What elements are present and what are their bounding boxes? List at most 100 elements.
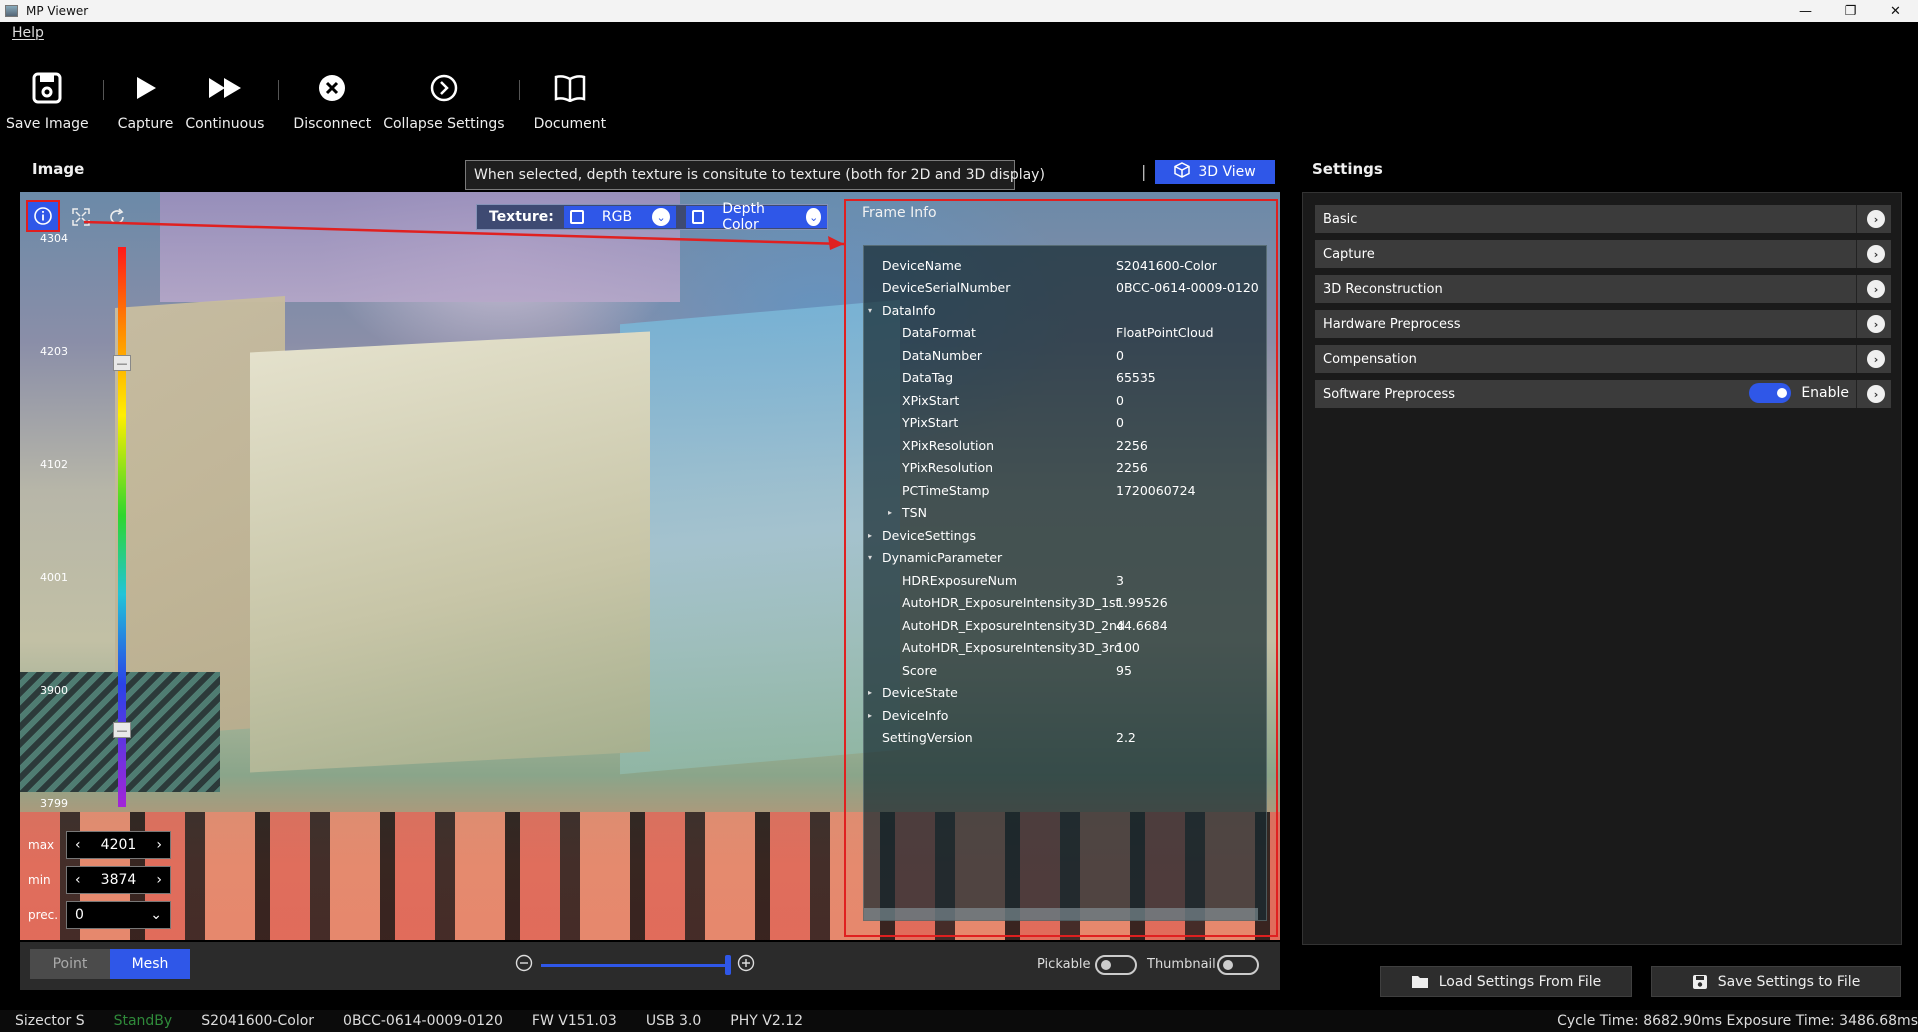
menu-help[interactable]: Help [12, 25, 44, 41]
zoom-slider[interactable] [541, 954, 731, 975]
max-spinbox[interactable]: ‹ 4201 › [66, 831, 171, 859]
min-spinbox[interactable]: ‹ 3874 › [66, 866, 171, 894]
capture-button[interactable]: Capture [112, 66, 180, 140]
settings-section-basic[interactable]: Basic › [1315, 205, 1891, 233]
status-device: S2041600-Color [201, 1013, 315, 1029]
expand-right-icon[interactable]: ▸ [868, 531, 872, 540]
thumbnail-label: Thumbnail [1147, 957, 1216, 972]
save-image-label: Save Image [6, 116, 89, 132]
expand-down-icon[interactable]: ▾ [868, 553, 872, 562]
frame-info-key: AutoHDR_ExposureIntensity3D_2nd [902, 617, 1125, 633]
load-settings-button[interactable]: Load Settings From File [1380, 966, 1632, 997]
frame-info-row[interactable]: ▾ DataInfo [864, 299, 1266, 321]
settings-section-software-preprocess[interactable]: Software Preprocess Enable › [1315, 380, 1891, 408]
frame-info-value: 2256 [1116, 437, 1148, 453]
chevron-right-circle-icon[interactable]: › [1867, 280, 1885, 298]
rgb-checkbox[interactable] [569, 210, 584, 224]
frame-info-row[interactable]: ▾ DynamicParameter [864, 547, 1266, 569]
frame-info-row[interactable]: ▸ DeviceState [864, 682, 1266, 704]
min-row: min ‹ 3874 › [28, 866, 171, 894]
toolbar-separator [102, 80, 104, 100]
frame-info-tree[interactable]: DeviceName S2041600-Color DeviceSerialNumb… [863, 245, 1267, 921]
continuous-button[interactable]: Continuous [179, 66, 270, 140]
menu-bar: Help [0, 22, 1918, 44]
status-timing: Cycle Time: 8682.90ms Exposure Time: 348… [1557, 1013, 1918, 1029]
chevron-right-circle-icon[interactable]: › [1867, 210, 1885, 228]
frame-info-key: DeviceSerialNumber [882, 280, 1011, 295]
zoom-out-icon[interactable] [515, 954, 533, 976]
texture-depth-color[interactable]: Depth Color ⌄ [686, 201, 827, 233]
reset-view-button[interactable] [102, 202, 132, 232]
chevron-right-circle-icon[interactable]: › [1867, 385, 1885, 403]
toolbar-separator [278, 80, 280, 100]
frame-info-row: DeviceSerialNumber 0BCC-0614-0009-0120 [864, 277, 1266, 299]
horizontal-scrollbar[interactable] [864, 908, 1258, 920]
divider [1856, 380, 1857, 408]
prec-label: prec. [28, 908, 59, 922]
zoom-slider-thumb[interactable] [725, 954, 731, 975]
frame-info-value: 1.99526 [1116, 595, 1168, 610]
frame-info-row[interactable]: ▸ DeviceInfo [864, 704, 1266, 726]
expand-down-icon[interactable]: ▾ [868, 306, 872, 315]
save-settings-button[interactable]: Save Settings to File [1651, 966, 1901, 997]
expand-right-icon[interactable]: ▸ [888, 508, 892, 517]
thumbnail-toggle[interactable] [1217, 955, 1259, 975]
chevron-right-circle-icon[interactable]: › [1867, 315, 1885, 333]
settings-title: Settings [1312, 160, 1383, 178]
colorbar-tick: 4102 [40, 458, 68, 471]
enable-toggle[interactable] [1749, 383, 1792, 403]
status-bar: Sizector S StandBy S2041600-Color 0BCC-0… [0, 1010, 1918, 1032]
frame-info-key: DeviceSettings [882, 527, 977, 543]
disconnect-button[interactable]: Disconnect [287, 66, 377, 140]
scene-box [250, 331, 650, 773]
max-row: max ‹ 4201 › [28, 831, 171, 859]
close-button[interactable]: ✕ [1873, 0, 1918, 22]
refresh-icon [110, 208, 124, 224]
chevron-right-icon[interactable]: › [156, 837, 162, 853]
frame-info-row: HDRExposureNum 3 [864, 569, 1266, 591]
frame-info-row: AutoHDR_ExposureIntensity3D_2nd 44.6684 [864, 614, 1266, 636]
window-title: MP Viewer [26, 4, 89, 18]
pickable-toggle[interactable] [1095, 955, 1137, 975]
settings-section-hardware-preprocess[interactable]: Hardware Preprocess › [1315, 310, 1891, 338]
maximize-button[interactable]: ❐ [1828, 0, 1873, 22]
section-label: Software Preprocess [1323, 386, 1456, 402]
min-label: min [28, 873, 51, 887]
info-button[interactable] [26, 200, 60, 232]
frame-info-key: TSN [902, 505, 927, 520]
settings-section-compensation[interactable]: Compensation › [1315, 345, 1891, 373]
frame-info-row[interactable]: ▸ DeviceSettings [864, 524, 1266, 546]
section-label: Hardware Preprocess [1323, 316, 1461, 332]
zoom-control [515, 954, 755, 976]
collapse-settings-button[interactable]: Collapse Settings [377, 66, 510, 140]
document-button[interactable]: Document [528, 66, 613, 140]
chevron-down-icon[interactable]: ⌄ [806, 208, 821, 226]
colorbar-max-handle[interactable]: — [113, 355, 131, 371]
texture-rgb[interactable]: RGB ⌄ [563, 206, 677, 228]
mesh-mode-button[interactable]: Mesh [110, 949, 190, 979]
chevron-right-circle-icon[interactable]: › [1867, 350, 1885, 368]
frame-info-row[interactable]: ▸ TSN [864, 502, 1266, 524]
precision-select[interactable]: 0 ⌄ [66, 901, 171, 929]
frame-info-key: Score [902, 662, 938, 678]
chevron-right-circle-icon[interactable]: › [1867, 245, 1885, 263]
frame-info-value: 2256 [1116, 460, 1148, 475]
frame-info-value: 95 [1116, 662, 1132, 678]
frame-info-key: DataFormat [902, 325, 976, 340]
zoom-in-icon[interactable] [737, 954, 755, 976]
save-image-button[interactable]: Save Image [0, 66, 95, 140]
depth-color-checkbox[interactable] [692, 210, 705, 224]
minimize-button[interactable]: — [1783, 0, 1828, 22]
settings-section-3d-reconstruction[interactable]: 3D Reconstruction › [1315, 275, 1891, 303]
divider [1856, 310, 1857, 338]
expand-right-icon[interactable]: ▸ [868, 688, 872, 697]
settings-section-capture[interactable]: Capture › [1315, 240, 1891, 268]
colorbar-min-handle[interactable]: — [113, 722, 131, 738]
chevron-right-icon[interactable]: › [156, 872, 162, 888]
3d-view-button[interactable]: 3D View [1155, 160, 1275, 184]
point-mode-button[interactable]: Point [30, 949, 110, 979]
fit-view-button[interactable] [66, 202, 96, 232]
expand-right-icon[interactable]: ▸ [868, 711, 872, 720]
chevron-down-icon[interactable]: ⌄ [652, 208, 671, 226]
frame-info-value: 100 [1116, 640, 1140, 655]
